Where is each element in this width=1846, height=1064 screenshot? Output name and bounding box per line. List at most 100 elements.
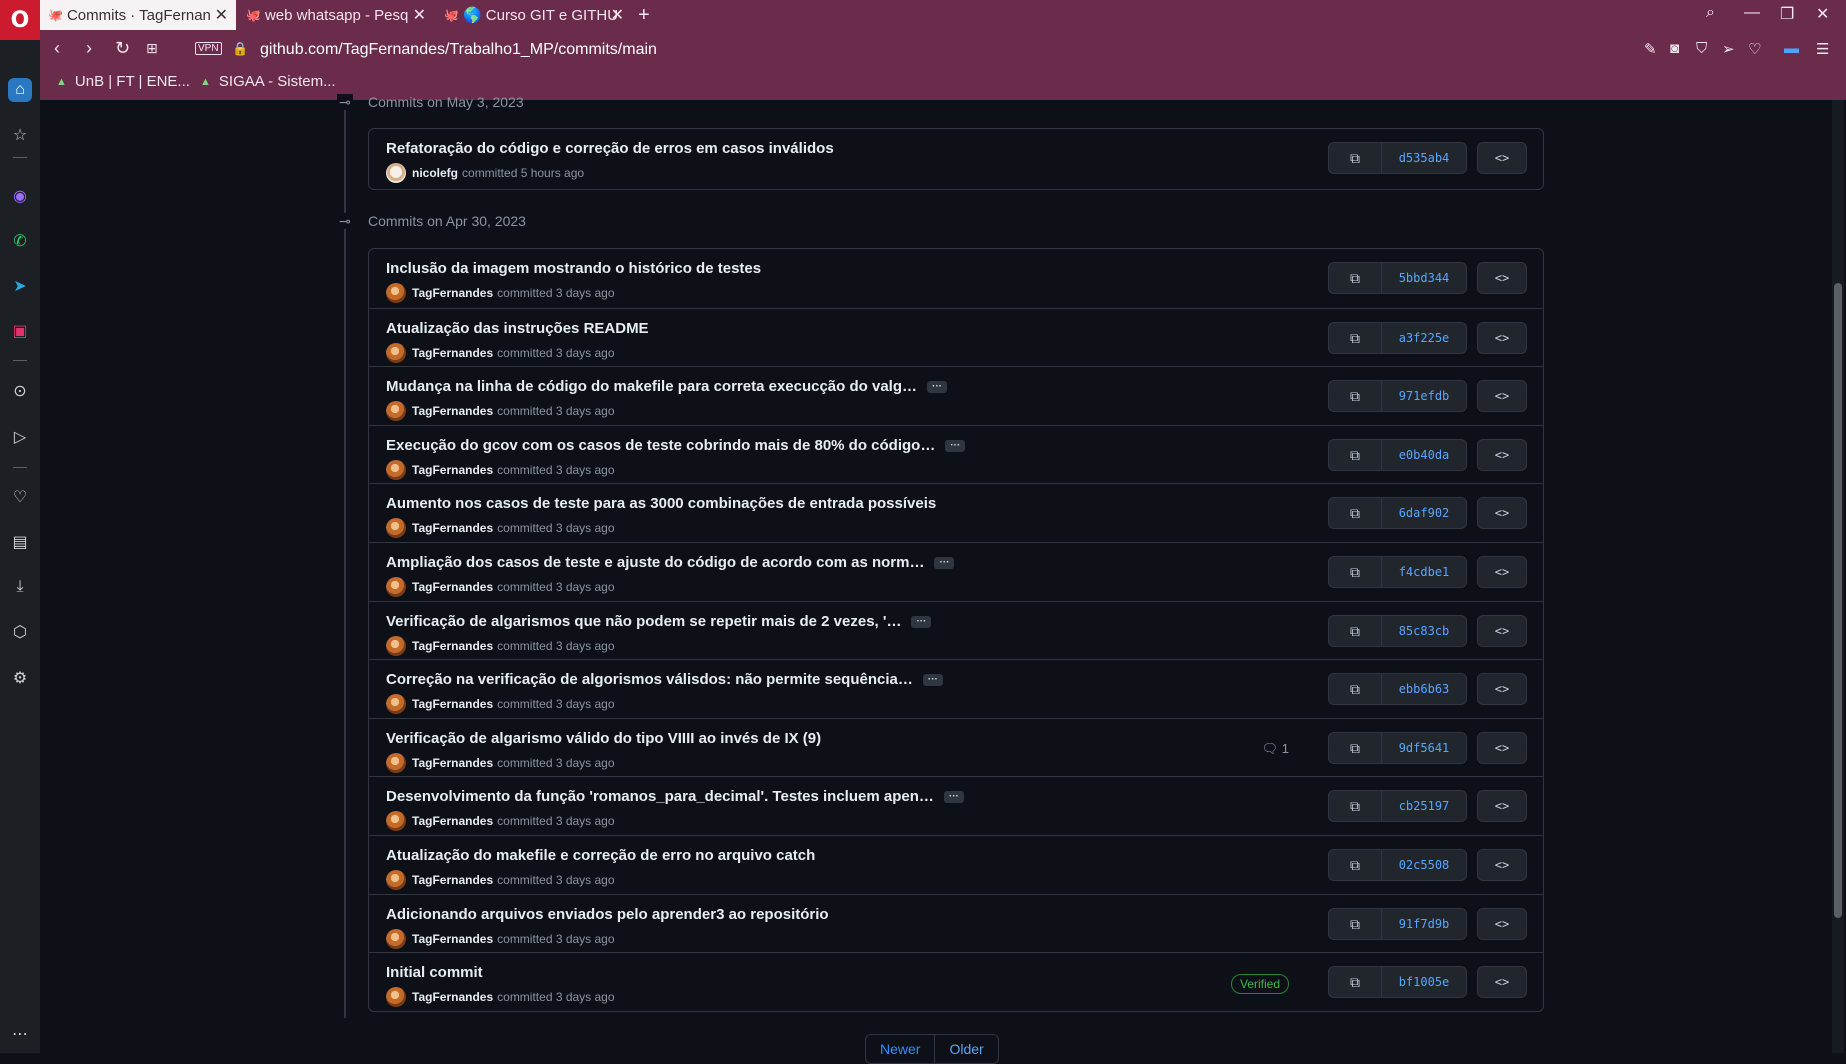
commit-title[interactable]: Inclusão da imagem mostrando o histórico… — [386, 260, 761, 277]
avatar[interactable] — [386, 283, 406, 303]
tab-curso-git[interactable]: 🐙 🌎 Curso GIT e GITHU ✕ — [436, 0, 632, 30]
avatar[interactable] — [386, 929, 406, 949]
avatar[interactable] — [386, 753, 406, 773]
lock-icon[interactable]: 🔒 — [232, 41, 248, 57]
extensions-icon[interactable]: ⬡ — [8, 620, 32, 644]
avatar[interactable] — [386, 401, 406, 421]
reload-icon[interactable]: ↻ — [115, 38, 130, 59]
browse-repo-button[interactable]: <> — [1477, 615, 1527, 647]
camera-icon[interactable]: ◙ — [1670, 40, 1679, 57]
settings-gear-icon[interactable]: ⚙ — [8, 666, 32, 690]
opera-logo-icon[interactable]: O — [0, 0, 40, 40]
sha-link[interactable]: d535ab4 — [1381, 142, 1467, 174]
battery-icon[interactable]: ▬ — [1784, 40, 1799, 57]
copy-sha-button[interactable]: ⧉ — [1328, 790, 1381, 822]
messenger-icon[interactable]: ◉ — [8, 184, 32, 208]
author-link[interactable]: TagFernandes — [412, 404, 493, 418]
commit-title[interactable]: Atualização do makefile e correção de er… — [386, 847, 815, 864]
expand-message-button[interactable]: ··· — [943, 791, 964, 804]
author-link[interactable]: TagFernandes — [412, 580, 493, 594]
player-icon[interactable]: ⊙ — [8, 379, 32, 403]
browse-repo-button[interactable]: <> — [1477, 790, 1527, 822]
sha-link[interactable]: a3f225e — [1381, 322, 1467, 354]
download-icon[interactable]: ⤓ — [8, 575, 32, 599]
whatsapp-icon[interactable]: ✆ — [8, 229, 32, 253]
commit-title[interactable]: Ampliação dos casos de teste e ajuste do… — [386, 554, 955, 571]
browse-repo-button[interactable]: <> — [1477, 556, 1527, 588]
author-link[interactable]: nicolefg — [412, 166, 458, 180]
avatar[interactable] — [386, 460, 406, 480]
copy-sha-button[interactable]: ⧉ — [1328, 966, 1381, 998]
home-icon[interactable]: ⌂ — [8, 78, 32, 102]
copy-sha-button[interactable]: ⧉ — [1328, 556, 1381, 588]
bookmark-unb[interactable]: ▲ UnB | FT | ENE... — [56, 73, 190, 90]
copy-sha-button[interactable]: ⧉ — [1328, 908, 1381, 940]
avatar[interactable] — [386, 811, 406, 831]
comments-link[interactable]: 🗨 1 — [1262, 741, 1289, 757]
sha-link[interactable]: bf1005e — [1381, 966, 1467, 998]
avatar[interactable] — [386, 343, 406, 363]
commit-title[interactable]: Verificação de algarismo válido do tipo … — [386, 730, 821, 747]
author-link[interactable]: TagFernandes — [412, 521, 493, 535]
verified-badge[interactable]: Verified — [1230, 974, 1289, 994]
expand-message-button[interactable]: ··· — [922, 674, 943, 687]
sha-link[interactable]: 85c83cb — [1381, 615, 1467, 647]
expand-message-button[interactable]: ··· — [927, 381, 947, 394]
vpn-badge[interactable]: VPN — [195, 42, 222, 55]
sha-link[interactable]: 5bbd344 — [1381, 262, 1467, 294]
forward-icon[interactable]: › — [86, 38, 92, 59]
copy-sha-button[interactable]: ⧉ — [1328, 673, 1381, 705]
tab-commits[interactable]: 🐙 Commits · TagFernan ✕ — [40, 0, 236, 30]
copy-sha-button[interactable]: ⧉ — [1328, 142, 1381, 174]
newer-button[interactable]: Newer — [865, 1034, 936, 1064]
author-link[interactable]: TagFernandes — [412, 756, 493, 770]
browse-repo-button[interactable]: <> — [1477, 673, 1527, 705]
author-link[interactable]: TagFernandes — [412, 697, 493, 711]
copy-sha-button[interactable]: ⧉ — [1328, 615, 1381, 647]
bookmark-sigaa[interactable]: ▲ SIGAA - Sistem... — [200, 73, 336, 90]
browse-repo-button[interactable]: <> — [1477, 849, 1527, 881]
author-link[interactable]: TagFernandes — [412, 814, 493, 828]
commit-title[interactable]: Initial commit — [386, 964, 483, 981]
browse-repo-button[interactable]: <> — [1477, 142, 1527, 174]
commit-title[interactable]: Refatoração do código e correção de erro… — [386, 140, 834, 157]
browse-repo-button[interactable]: <> — [1477, 262, 1527, 294]
sha-link[interactable]: cb25197 — [1381, 790, 1467, 822]
search-tabs-icon[interactable]: ⌕ — [1706, 4, 1715, 22]
browse-repo-button[interactable]: <> — [1477, 439, 1527, 471]
news-icon[interactable]: ▤ — [8, 530, 32, 554]
browse-repo-button[interactable]: <> — [1477, 322, 1527, 354]
browse-repo-button[interactable]: <> — [1477, 380, 1527, 412]
more-icon[interactable]: ⋯ — [8, 1022, 32, 1046]
browse-repo-button[interactable]: <> — [1477, 908, 1527, 940]
older-button[interactable]: Older — [935, 1034, 999, 1064]
sha-link[interactable]: e0b40da — [1381, 439, 1467, 471]
copy-sha-button[interactable]: ⧉ — [1328, 732, 1381, 764]
copy-sha-button[interactable]: ⧉ — [1328, 322, 1381, 354]
avatar[interactable] — [386, 694, 406, 714]
avatar[interactable] — [386, 577, 406, 597]
avatar[interactable] — [386, 518, 406, 538]
author-link[interactable]: TagFernandes — [412, 932, 493, 946]
sha-link[interactable]: f4cdbe1 — [1381, 556, 1467, 588]
copy-sha-button[interactable]: ⧉ — [1328, 380, 1381, 412]
restore-button[interactable]: ❐ — [1780, 4, 1794, 24]
commit-title[interactable]: Aumento nos casos de teste para as 3000 … — [386, 495, 936, 512]
browse-repo-button[interactable]: <> — [1477, 732, 1527, 764]
copy-sha-button[interactable]: ⧉ — [1328, 262, 1381, 294]
heart-icon[interactable]: ♡ — [8, 485, 32, 509]
avatar[interactable] — [386, 870, 406, 890]
sha-link[interactable]: 971efdb — [1381, 380, 1467, 412]
sha-link[interactable]: 9df5641 — [1381, 732, 1467, 764]
easy-setup-icon[interactable]: ☰ — [1816, 40, 1829, 58]
avatar[interactable] — [386, 163, 406, 183]
browse-repo-button[interactable]: <> — [1477, 497, 1527, 529]
url-field[interactable]: github.com/TagFernandes/Trabalho1_MP/com… — [260, 41, 657, 59]
tab-whatsapp-search[interactable]: 🐙 web whatsapp - Pesq ✕ — [238, 0, 434, 30]
close-icon[interactable]: ✕ — [215, 5, 228, 25]
close-window-button[interactable]: ✕ — [1816, 4, 1829, 24]
sha-link[interactable]: 91f7d9b — [1381, 908, 1467, 940]
author-link[interactable]: TagFernandes — [412, 873, 493, 887]
close-icon[interactable]: ✕ — [611, 5, 624, 25]
commit-title[interactable]: Atualização das instruções README — [386, 320, 649, 337]
